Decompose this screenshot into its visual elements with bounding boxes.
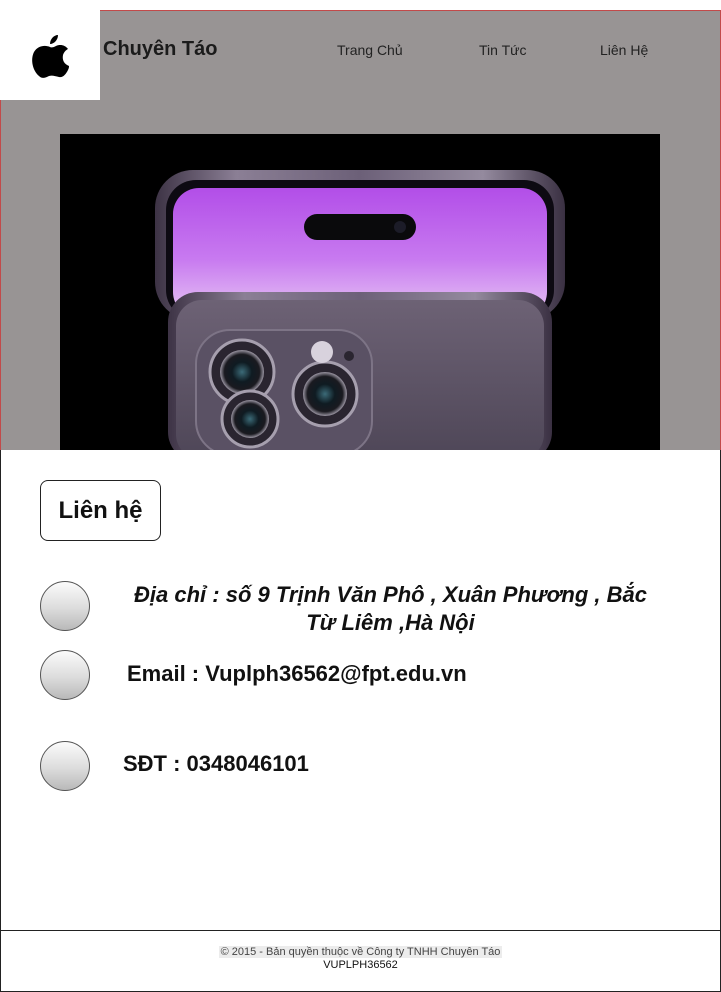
- phone-bullet-icon: [40, 741, 90, 791]
- footer-copyright: © 2015 - Bản quyền thuộc về Công ty TNHH…: [218, 946, 503, 958]
- email-bullet-icon: [40, 650, 90, 700]
- logo[interactable]: [0, 10, 100, 100]
- address-text: Địa chỉ : số 9 Trịnh Văn Phô , Xuân Phươ…: [134, 582, 647, 635]
- footer: © 2015 - Bản quyền thuộc về Công ty TNHH…: [0, 930, 721, 992]
- footer-author-id: VUPLPH36562: [323, 959, 398, 971]
- nav-news-link[interactable]: Tin Tức: [479, 42, 527, 58]
- apple-logo-icon: [32, 35, 69, 78]
- nav-contact-link[interactable]: Liên Hệ: [600, 42, 648, 58]
- address-bullet-icon: [40, 581, 90, 631]
- nav-home-link[interactable]: Trang Chủ: [337, 42, 403, 58]
- email-text[interactable]: Email : Vuplph36562@fpt.edu.vn: [127, 661, 467, 687]
- contact-heading: Liên hệ: [40, 480, 161, 541]
- brand-name: Chuyên Táo: [103, 38, 218, 60]
- phone-text[interactable]: SĐT : 0348046101: [123, 751, 309, 777]
- hero-product-image: [60, 134, 660, 450]
- iphone-illustration: [155, 170, 565, 450]
